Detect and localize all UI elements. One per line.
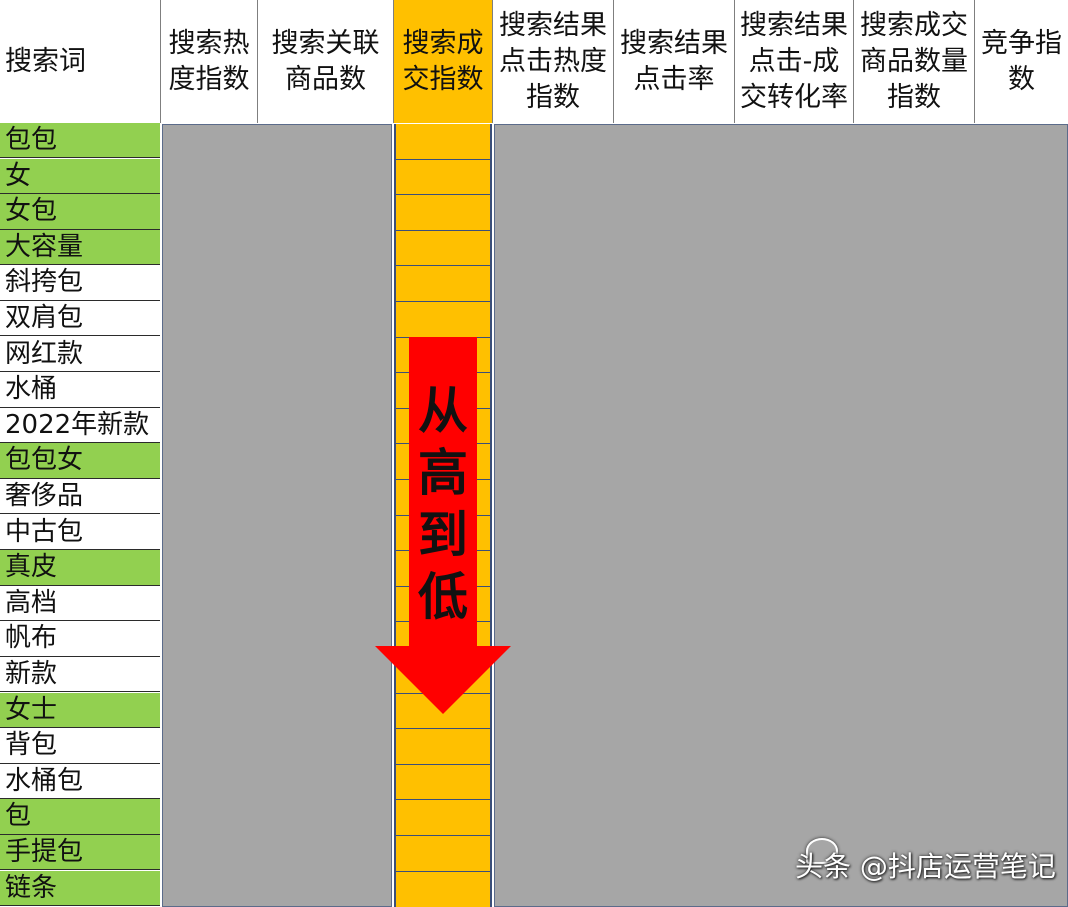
- row-divider: [396, 229, 490, 231]
- keyword-cell[interactable]: 包包女: [0, 443, 160, 479]
- keyword-cell[interactable]: 2022年新款: [0, 407, 160, 444]
- header-click-conversion[interactable]: 搜索结果 点击-成 交转化率: [735, 0, 853, 123]
- sort-arrow-label: 从高到低: [418, 382, 468, 626]
- column-divider: [160, 0, 161, 123]
- keyword-cell[interactable]: 女包: [0, 194, 160, 230]
- keyword-cell[interactable]: 女: [0, 158, 160, 194]
- keyword-cell[interactable]: 双肩包: [0, 301, 160, 337]
- spreadsheet: 搜索词 搜索热 度指数 搜索关联 商品数 搜索成 交指数 搜索结果 点击热度 指…: [0, 0, 1068, 907]
- header-keyword[interactable]: 搜索词: [0, 0, 160, 123]
- keyword-cell[interactable]: 水桶: [0, 372, 160, 408]
- keyword-cell[interactable]: 背包: [0, 728, 160, 764]
- keyword-cell[interactable]: 帆布: [0, 621, 160, 657]
- row-divider: [396, 763, 490, 765]
- keyword-cell[interactable]: 真皮: [0, 550, 160, 586]
- keyword-cell[interactable]: 链条: [0, 870, 160, 906]
- keyword-cell[interactable]: 高档: [0, 585, 160, 622]
- column-divider: [974, 0, 975, 123]
- row-divider: [396, 799, 490, 801]
- data-block-left: [162, 124, 392, 907]
- column-divider: [492, 0, 493, 123]
- row-divider: [396, 870, 490, 872]
- keyword-cell[interactable]: 新款: [0, 657, 160, 693]
- sort-arrow-head: [375, 646, 511, 714]
- keyword-cell[interactable]: 手提包: [0, 835, 160, 871]
- header-related-products[interactable]: 搜索关联 商品数: [258, 0, 393, 123]
- column-divider: [734, 0, 735, 123]
- row-divider: [396, 265, 490, 267]
- keyword-cell[interactable]: 中古包: [0, 514, 160, 550]
- row-divider: [396, 158, 490, 160]
- watermark: 头条 @抖店运营笔记: [795, 850, 1056, 883]
- keyword-cell[interactable]: 斜挎包: [0, 265, 160, 301]
- column-divider: [257, 0, 258, 123]
- keyword-cell[interactable]: 奢侈品: [0, 479, 160, 515]
- row-divider: [396, 835, 490, 836]
- row-divider: [396, 194, 490, 196]
- header-competition-index[interactable]: 竞争指 数: [975, 0, 1068, 123]
- row-divider: [396, 728, 490, 730]
- column-divider: [613, 0, 614, 123]
- keyword-cell[interactable]: 大容量: [0, 229, 160, 266]
- header-search-deal-index[interactable]: 搜索成 交指数: [394, 0, 492, 123]
- keyword-cell[interactable]: 女士: [0, 692, 160, 728]
- row-divider: [396, 301, 490, 302]
- keyword-cell[interactable]: 包: [0, 799, 160, 835]
- data-block-right: [494, 124, 1068, 907]
- keyword-cell[interactable]: 网红款: [0, 336, 160, 372]
- column-divider: [853, 0, 854, 123]
- header-click-rate[interactable]: 搜索结果 点击率: [614, 0, 734, 123]
- header-click-heat-index[interactable]: 搜索结果 点击热度 指数: [493, 0, 613, 123]
- header-deal-quantity-index[interactable]: 搜索成交 商品数量 指数: [854, 0, 974, 123]
- keyword-cell[interactable]: 水桶包: [0, 763, 160, 800]
- header-search-heat-index[interactable]: 搜索热 度指数: [161, 0, 257, 123]
- keyword-cell[interactable]: 包包: [0, 123, 160, 159]
